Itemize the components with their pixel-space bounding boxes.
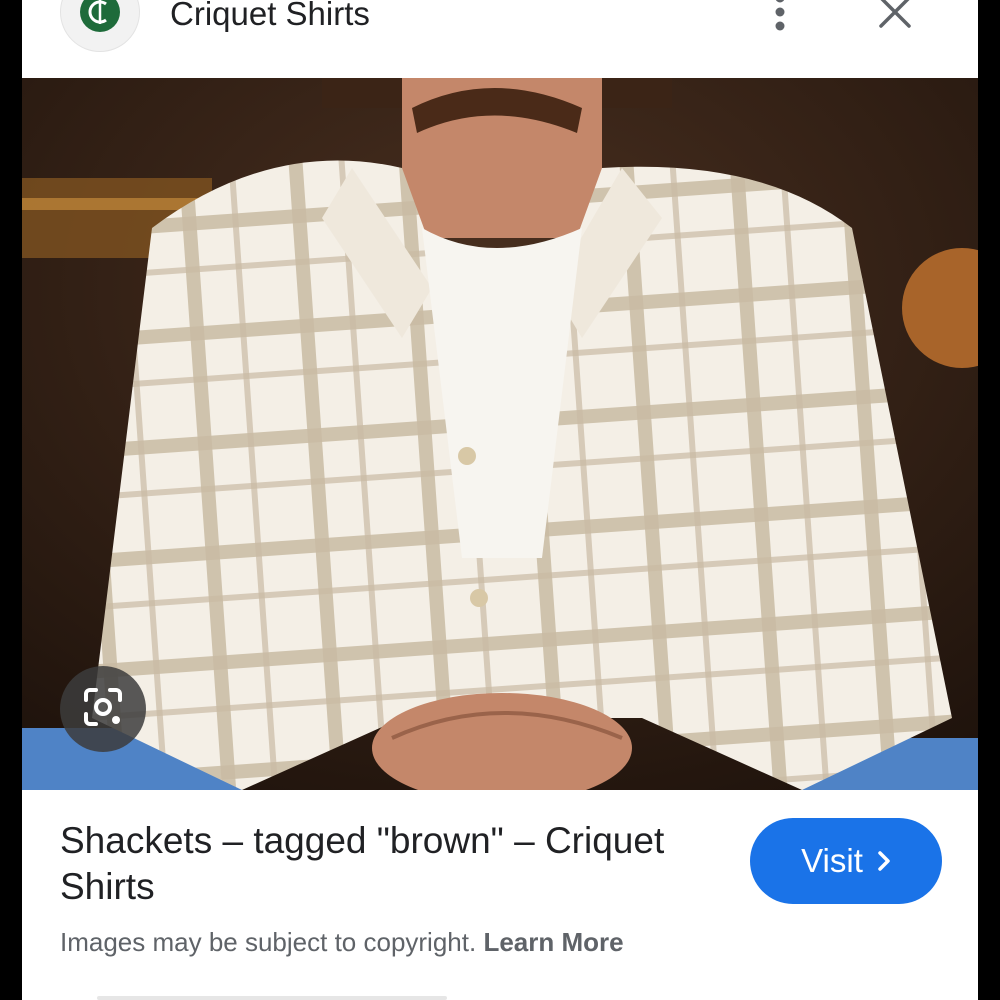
shacket-photo xyxy=(22,78,978,790)
google-lens-button[interactable] xyxy=(60,666,146,752)
copyright-text: Images may be subject to copyright. xyxy=(60,927,477,957)
site-name[interactable]: Criquet Shirts xyxy=(170,0,370,34)
bottom-divider xyxy=(97,996,447,1000)
result-image[interactable] xyxy=(22,78,978,790)
learn-more-link[interactable]: Learn More xyxy=(483,927,623,957)
image-viewer-panel: Criquet Shirts Shackets – tagged "brown"… xyxy=(22,0,978,1000)
chevron-right-icon xyxy=(877,842,891,880)
visit-button[interactable]: Visit xyxy=(750,818,942,904)
google-lens-icon xyxy=(80,684,126,735)
copyright-notice: Images may be subject to copyright. Lear… xyxy=(60,925,624,959)
visit-label: Visit xyxy=(801,842,863,879)
viewer-header: Criquet Shirts xyxy=(22,0,978,78)
result-title[interactable]: Shackets – tagged "brown" – Criquet Shir… xyxy=(60,818,730,910)
criquet-logo-icon xyxy=(78,0,122,34)
more-options-button[interactable] xyxy=(762,0,798,38)
site-logo[interactable] xyxy=(60,0,140,52)
close-button[interactable] xyxy=(870,0,920,38)
more-vert-icon xyxy=(773,0,787,37)
close-icon xyxy=(878,0,912,34)
